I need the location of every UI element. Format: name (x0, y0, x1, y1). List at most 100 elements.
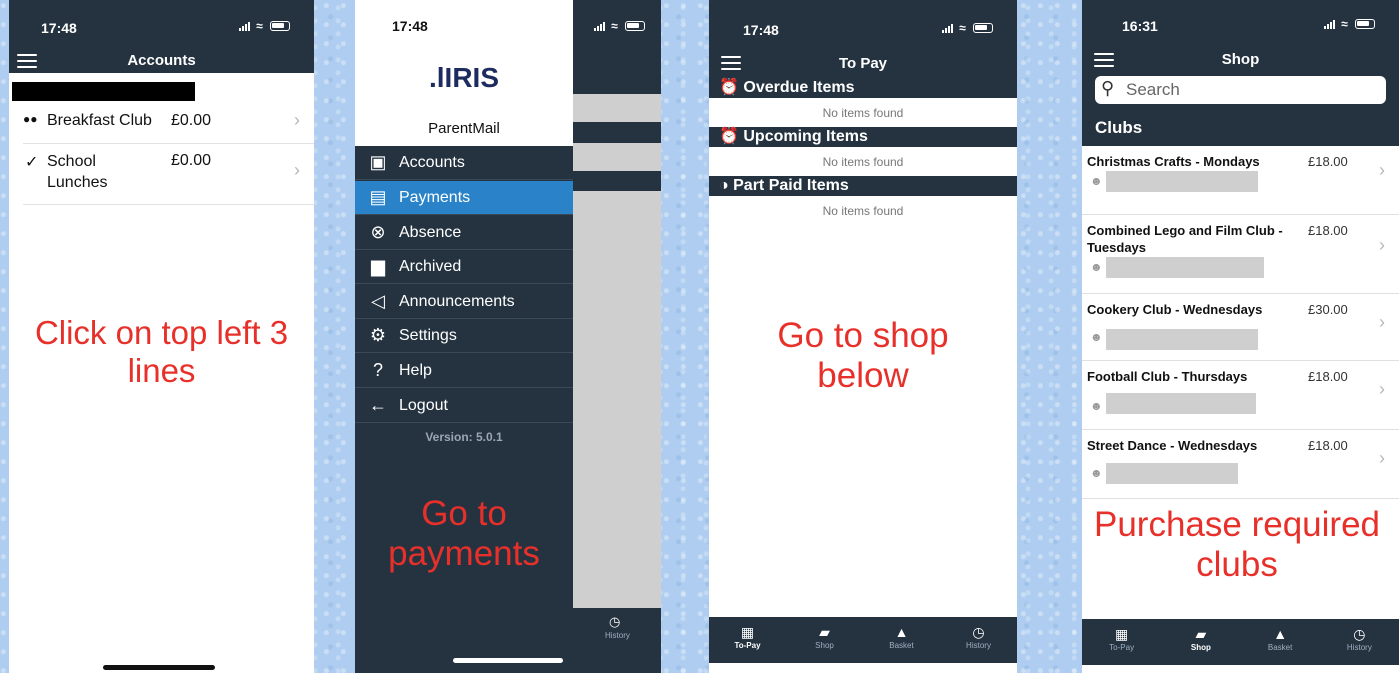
item-name: Street Dance - Wednesdays (1087, 438, 1258, 453)
wifi-icon: ≈ (256, 18, 265, 33)
menu-header: 17:48 .lIRIS ParentMail (355, 0, 573, 146)
chevron-right-icon: › (1379, 379, 1385, 399)
iris-logo: .lIRIS (428, 62, 499, 93)
account-row-school-lunches[interactable]: ✓ School Lunches £0.00 › (23, 144, 314, 205)
tab-shop[interactable]: ▰ Shop (1161, 619, 1240, 665)
section-header-upcoming: ⏰ Upcoming Items (709, 127, 1017, 147)
tab-history[interactable]: ◷ History (1320, 619, 1399, 665)
history-tab-label: History (605, 631, 630, 640)
home-indicator (453, 658, 563, 663)
battery-icon (270, 20, 290, 31)
item-price: £18.00 (1308, 154, 1348, 169)
half-circle-icon: ◑ (719, 177, 729, 194)
calendar-icon: ▦ (740, 624, 755, 640)
menu-item-help[interactable]: ? Help (355, 354, 573, 388)
shop-item-football-club[interactable]: Football Club - Thursdays £18.00 ☻ › (1082, 361, 1399, 430)
calendar-icon: ▦ (1115, 626, 1129, 642)
question-icon: ? (372, 360, 383, 380)
search-icon: ⚲ (1101, 78, 1115, 98)
chevron-right-icon: › (1379, 448, 1385, 468)
instruction-annotation: Go to payments (388, 494, 540, 574)
chevron-right-icon: › (294, 110, 300, 130)
tab-label: Basket (889, 641, 914, 650)
shop-item-lego-film-club[interactable]: Combined Lego and Film Club - Tuesdays £… (1082, 215, 1399, 294)
menu-label: Logout (399, 397, 448, 414)
menu-item-absence[interactable]: ⊗ Absence (355, 216, 573, 250)
chevron-right-icon: › (1379, 160, 1385, 180)
card-icon: ▤ (369, 187, 387, 207)
menu-item-archived[interactable]: ▆ Archived (355, 250, 573, 284)
item-name: Combined Lego and Film Club - Tuesdays (1087, 223, 1283, 255)
wifi-icon: ≈ (1341, 16, 1350, 31)
battery-icon (973, 22, 993, 33)
redacted-name (1106, 329, 1258, 350)
gear-icon: ⚙ (369, 325, 387, 345)
shop-item-street-dance[interactable]: Street Dance - Wednesdays £18.00 ☻ › (1082, 430, 1399, 499)
version-label: Version: 5.0.1 (425, 430, 503, 444)
signal-icon (238, 21, 251, 31)
menu-item-logout[interactable]: ← Logout (355, 389, 573, 423)
shop-item-cookery-club[interactable]: Cookery Club - Wednesdays £30.00 ☻ › (1082, 294, 1399, 361)
status-icons: ≈ (941, 20, 993, 35)
menu-item-accounts[interactable]: ▣ Accounts (355, 146, 573, 180)
status-bar: 17:48 ≈ (9, 0, 314, 40)
status-icons: ≈ (593, 18, 645, 33)
menu-label: Announcements (399, 293, 515, 310)
tab-to-pay[interactable]: ▦ To-Pay (1082, 619, 1161, 665)
menu-label: Help (399, 362, 432, 379)
status-bar: 16:31 ≈ (1082, 0, 1399, 40)
menu-item-payments[interactable]: ▤ Payments (355, 181, 573, 215)
trash-icon: ▆ (371, 256, 385, 276)
signal-icon (941, 23, 954, 33)
shop-item-christmas-crafts[interactable]: Christmas Crafts - Mondays £18.00 ☻ › (1082, 146, 1399, 215)
clock-icon: ◷ (609, 614, 621, 629)
side-menu-screen: ◷ History ≈ 17:48 .lIRIS ParentMail ▣ Ac… (355, 0, 661, 673)
item-name: Christmas Crafts - Mondays (1087, 154, 1260, 169)
accounts-screen: 17:48 ≈ Accounts ●● Breakfast Club £0.00… (9, 0, 314, 673)
chevron-right-icon: › (1379, 312, 1385, 332)
section-header-part-paid: ◑ Part Paid Items (709, 176, 1017, 196)
signal-icon (593, 21, 606, 31)
instruction-annotation: Purchase required clubs (1094, 505, 1380, 585)
home-indicator (103, 665, 215, 670)
menu-item-announcements[interactable]: ◁ Announcements (355, 285, 573, 319)
redacted-name (12, 82, 195, 101)
status-icons: ≈ (238, 18, 290, 33)
tab-shop[interactable]: ▰ Shop (786, 617, 863, 663)
menu-item-settings[interactable]: ⚙ Settings (355, 319, 573, 353)
tab-label: Shop (1190, 643, 1211, 652)
account-name: School Lunches (47, 153, 108, 191)
account-amount: £0.00 (171, 152, 212, 169)
people-icon: ●● (23, 112, 38, 126)
search-input[interactable]: ⚲ Search (1095, 76, 1386, 104)
clock-icon: ◷ (1353, 626, 1366, 642)
page-title: To Pay (838, 55, 888, 72)
status-bar: 17:48 ≈ (709, 0, 1017, 40)
tab-to-pay[interactable]: ▦ To-Pay (709, 617, 786, 663)
tab-basket[interactable]: ▲ Basket (1241, 619, 1320, 665)
item-name: Football Club - Thursdays (1087, 369, 1248, 384)
tab-bar: ▦ To-Pay ▰ Shop ▲ Basket ◷ History (709, 617, 1017, 663)
instruction-annotation: Click on top left 3 lines (34, 314, 289, 389)
section-title: Part Paid Items (733, 177, 849, 194)
tab-basket[interactable]: ▲ Basket (863, 617, 940, 663)
basket-icon: ▲ (894, 624, 909, 640)
tab-bar: ▦ To-Pay ▰ Shop ▲ Basket ◷ History (1082, 619, 1399, 665)
menu-label: Accounts (399, 154, 465, 171)
background-content (573, 143, 661, 171)
battery-icon (625, 20, 645, 31)
to-pay-screen: 17:48 ≈ To Pay ⏰ Overdue Items No items … (709, 0, 1017, 673)
wifi-icon: ≈ (959, 20, 968, 35)
status-time: 16:31 (1122, 18, 1158, 34)
status-time: 17:48 (743, 22, 779, 38)
megaphone-icon: ◁ (371, 291, 385, 311)
tab-label: History (966, 641, 991, 650)
menu-label: Settings (399, 327, 457, 344)
chevron-right-icon: › (1379, 235, 1385, 255)
alarm-icon: ⏰ (719, 79, 739, 96)
account-row-breakfast-club[interactable]: ●● Breakfast Club £0.00 › (23, 104, 314, 144)
menu-label: Archived (399, 258, 462, 275)
tab-history[interactable]: ◷ History (940, 617, 1017, 663)
item-price: £18.00 (1308, 438, 1348, 453)
status-time: 17:48 (41, 20, 77, 36)
